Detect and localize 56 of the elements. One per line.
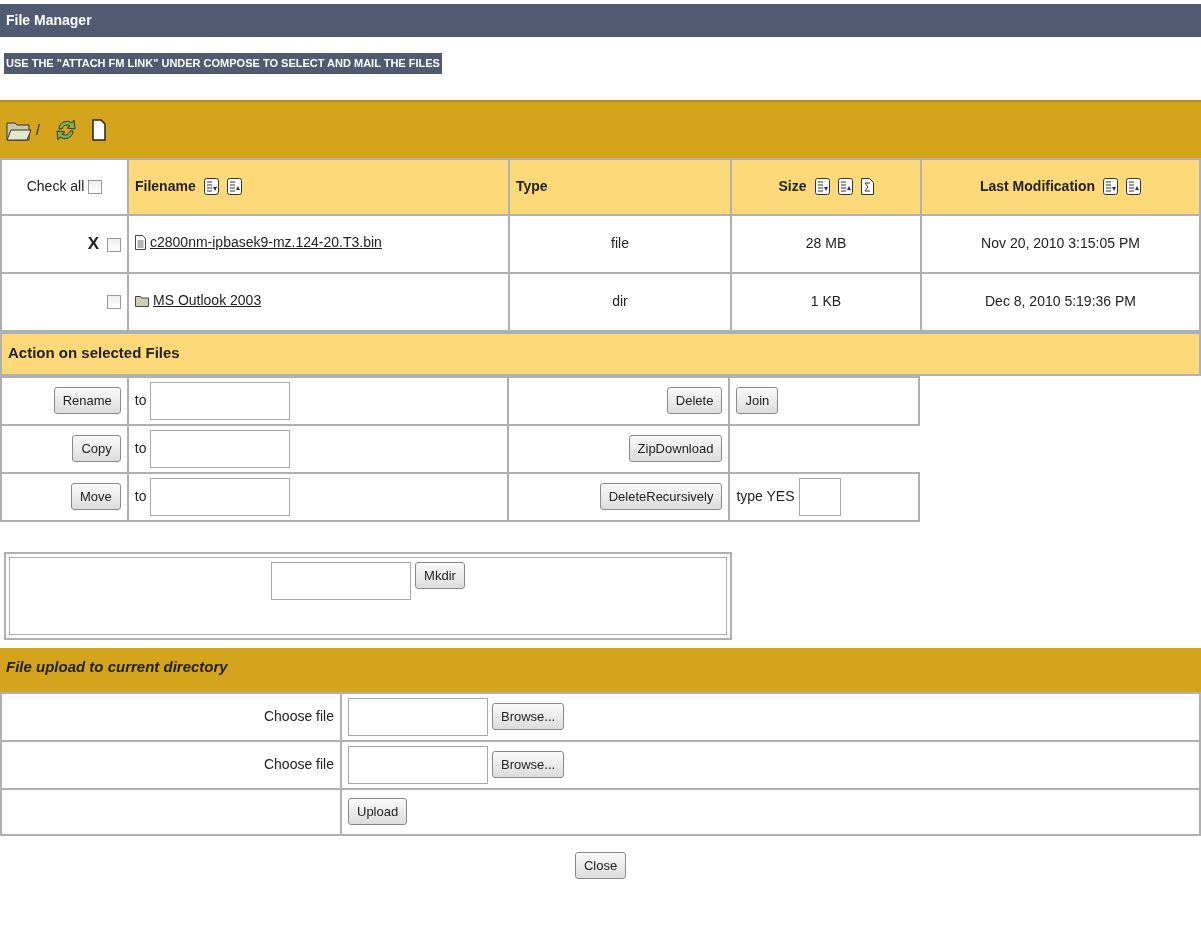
checkbox[interactable] (107, 295, 121, 310)
choose-file-label: Choose file (1, 740, 341, 789)
text-field[interactable] (150, 381, 291, 420)
sort-descending-icon[interactable] (1103, 178, 1119, 195)
section-header: File upload to current directory (0, 647, 1201, 692)
folder-name-field[interactable] (271, 561, 412, 600)
action-button[interactable]: Join (736, 386, 779, 415)
notice-text: USE THE "ATTACH FM LINK" UNDER COMPOSE TO SELECT AND MAIL THE FILES (4, 53, 442, 74)
folder-icon (135, 294, 149, 307)
sum-icon[interactable] (860, 178, 874, 195)
new-file-icon[interactable] (91, 118, 106, 141)
column-header[interactable]: Last Modification (921, 158, 1200, 215)
action-button[interactable]: Rename (53, 386, 121, 415)
close-button[interactable]: Close (574, 851, 627, 879)
confirm-label: type YES (736, 487, 795, 506)
upload-button[interactable]: Upload (348, 797, 408, 826)
table-cell: Dec 8, 2010 5:19:36 PM (921, 272, 1200, 331)
column-header[interactable]: Type (509, 158, 731, 215)
sort-descending-icon[interactable] (814, 178, 830, 195)
table-cell: file (509, 214, 731, 273)
action-button[interactable]: Move (71, 482, 121, 511)
to-label: to (134, 391, 147, 410)
table-cell: 1 KB (731, 272, 921, 331)
file-link[interactable]: MS Outlook 2003 (153, 290, 262, 311)
sort-ascending-icon[interactable] (837, 178, 853, 195)
checkbox[interactable] (88, 180, 103, 195)
sort-ascending-icon[interactable] (1126, 178, 1142, 195)
table-cell: dir (509, 272, 731, 331)
text-field[interactable] (150, 429, 291, 468)
check-all-label: Check all (26, 178, 85, 194)
file-path-field[interactable] (348, 697, 488, 736)
path-text: / (36, 120, 40, 140)
sort-ascending-icon[interactable] (226, 178, 242, 195)
action-button[interactable]: DeleteRecursively (599, 482, 723, 511)
delete-mark[interactable]: X (87, 233, 99, 253)
confirm-field[interactable] (798, 477, 841, 516)
table-cell: 28 MB (731, 214, 921, 273)
column-header[interactable]: Filename (128, 158, 509, 215)
column-header[interactable]: Size (731, 158, 921, 215)
checkbox[interactable] (107, 238, 121, 253)
section-header: Action on selected Files (0, 331, 1201, 376)
file-path-field[interactable] (348, 745, 488, 784)
browse-button[interactable]: Browse... (492, 750, 565, 779)
action-button[interactable]: ZipDownload (628, 434, 723, 463)
browse-button[interactable]: Browse... (492, 702, 565, 731)
sort-descending-icon[interactable] (203, 178, 219, 195)
text-field[interactable] (150, 477, 291, 516)
table-cell: Nov 20, 2010 3:15:05 PM (921, 214, 1200, 273)
mkdir-button[interactable]: Mkdir (415, 561, 465, 589)
file-icon (135, 234, 146, 250)
action-button[interactable]: Copy (72, 434, 121, 463)
action-button[interactable]: Delete (666, 386, 723, 415)
choose-file-label: Choose file (1, 692, 341, 741)
window-title: File Manager (0, 4, 1201, 37)
to-label: to (134, 439, 147, 458)
to-label: to (134, 487, 147, 506)
